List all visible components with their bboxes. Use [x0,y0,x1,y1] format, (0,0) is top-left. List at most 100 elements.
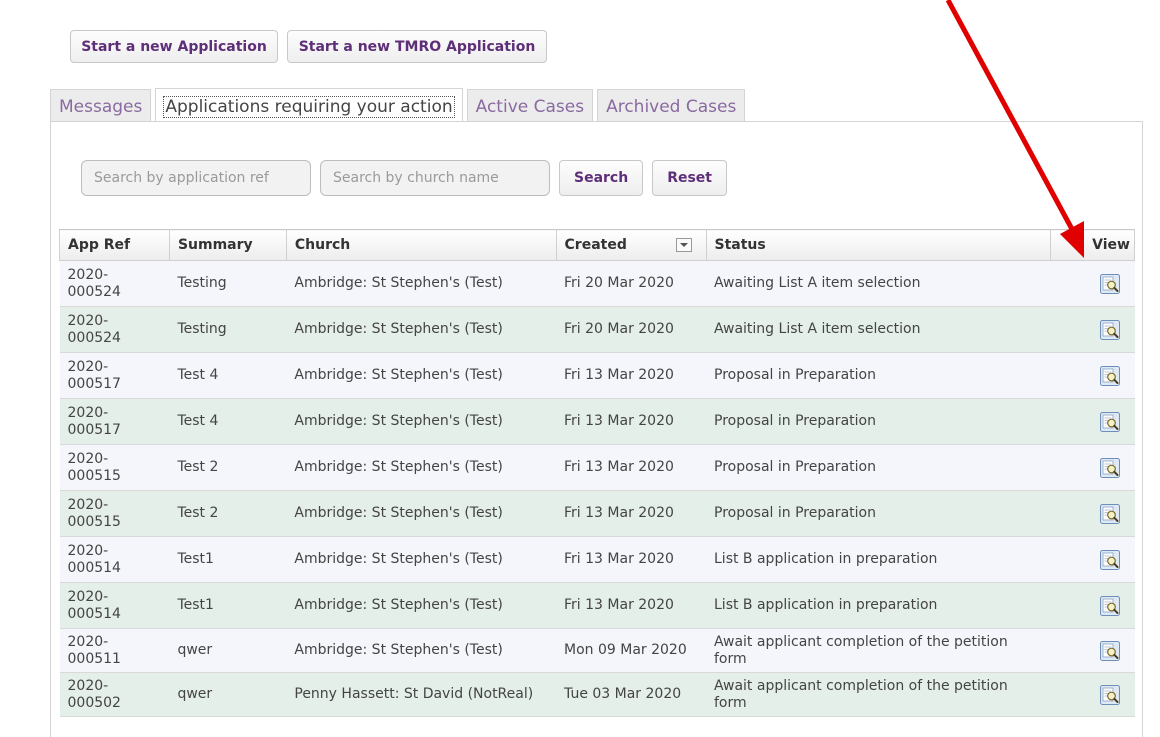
cell-created: Tue 03 Mar 2020 [556,672,706,717]
view-magnifier-icon[interactable] [1099,319,1121,341]
tab-applications-requiring-action[interactable]: Applications requiring your action [155,88,463,124]
cell-church: Ambridge: St Stephen's (Test) [286,260,557,307]
cell-summary: Test 4 [169,352,287,399]
header-status[interactable]: Status [705,229,1052,261]
cell-church: Ambridge: St Stephen's (Test) [286,628,557,673]
cell-created: Mon 09 Mar 2020 [556,628,706,673]
cell-app-ref: 2020-000517 [59,398,170,445]
view-magnifier-icon[interactable] [1099,411,1121,433]
cell-status: Await applicant completion of the petiti… [706,628,1051,673]
cell-church: Ambridge: St Stephen's (Test) [286,306,557,353]
header-created[interactable]: Created [555,229,707,261]
cell-status: Awaiting List A item selection [706,260,1051,307]
tab-panel: Search Reset App Ref Summary Church Crea… [50,121,1143,737]
cell-church: Ambridge: St Stephen's (Test) [286,490,557,537]
reset-button[interactable]: Reset [652,160,727,196]
cell-view [1050,352,1135,399]
view-magnifier-icon[interactable] [1099,457,1121,479]
table-row: 2020-000517 Test 4 Ambridge: St Stephen's … [59,398,1135,445]
cell-church: Ambridge: St Stephen's (Test) [286,352,557,399]
tab-bar: Messages Applications requiring your act… [50,87,746,124]
cell-status: Proposal in Preparation [706,398,1051,445]
header-app-ref[interactable]: App Ref [59,229,170,261]
view-magnifier-icon[interactable] [1099,273,1121,295]
page: Start a new Application Start a new TMRO… [0,0,1160,737]
table-row: 2020-000515 Test 2 Ambridge: St Stephen's … [59,490,1135,537]
cell-church: Ambridge: St Stephen's (Test) [286,536,557,583]
search-application-ref-input[interactable] [81,160,311,196]
search-row: Search Reset [81,160,727,196]
cell-created: Fri 20 Mar 2020 [556,260,706,307]
cell-summary: Test 2 [169,444,287,491]
cell-app-ref: 2020-000514 [59,536,170,583]
cell-summary: Test1 [169,536,287,583]
tab-messages[interactable]: Messages [50,89,152,123]
view-magnifier-icon[interactable] [1099,503,1121,525]
cell-app-ref: 2020-000515 [59,490,170,537]
cell-church: Penny Hassett: St David (NotReal) [286,672,557,717]
cell-summary: Testing [169,260,287,307]
start-new-tmro-application-button[interactable]: Start a new TMRO Application [287,30,547,63]
table-row: 2020-000511 qwer Ambridge: St Stephen's (T… [59,628,1135,673]
tab-active-cases[interactable]: Active Cases [466,89,594,123]
cell-view [1050,260,1135,307]
cell-app-ref: 2020-000502 [59,672,170,717]
tab-archived-cases[interactable]: Archived Cases [597,89,746,123]
cell-app-ref: 2020-000517 [59,352,170,399]
applications-table: App Ref Summary Church Created Status Vi… [59,229,1135,717]
view-magnifier-icon[interactable] [1099,684,1121,706]
cell-summary: qwer [169,672,287,717]
cell-view [1050,306,1135,353]
table-row: 2020-000524 Testing Ambridge: St Stephen's… [59,260,1135,307]
cell-app-ref: 2020-000514 [59,582,170,629]
header-summary[interactable]: Summary [168,229,287,261]
view-magnifier-icon[interactable] [1099,365,1121,387]
cell-app-ref: 2020-000511 [59,628,170,673]
table-header-row: App Ref Summary Church Created Status Vi… [59,229,1135,261]
tab-label: Applications requiring your action [163,95,455,118]
tab-label: Messages [59,96,143,117]
cell-created: Fri 13 Mar 2020 [556,536,706,583]
cell-view [1050,398,1135,445]
cell-created: Fri 13 Mar 2020 [556,398,706,445]
view-magnifier-icon[interactable] [1099,640,1121,662]
cell-view [1050,536,1135,583]
cell-status: Proposal in Preparation [706,352,1051,399]
cell-app-ref: 2020-000515 [59,444,170,491]
cell-summary: Test 2 [169,490,287,537]
cell-summary: Test 4 [169,398,287,445]
cell-view [1050,628,1135,673]
cell-created: Fri 13 Mar 2020 [556,352,706,399]
cell-church: Ambridge: St Stephen's (Test) [286,444,557,491]
sort-dropdown-icon[interactable] [675,238,692,252]
search-button[interactable]: Search [559,160,644,196]
cell-status: Proposal in Preparation [706,490,1051,537]
view-magnifier-icon[interactable] [1099,549,1121,571]
cell-church: Ambridge: St Stephen's (Test) [286,398,557,445]
cell-view [1050,582,1135,629]
cell-created: Fri 20 Mar 2020 [556,306,706,353]
cell-created: Fri 13 Mar 2020 [556,490,706,537]
cell-status: Await applicant completion of the petiti… [706,672,1051,717]
search-church-name-input[interactable] [320,160,550,196]
cell-status: Awaiting List A item selection [706,306,1051,353]
cell-summary: qwer [169,628,287,673]
cell-created: Fri 13 Mar 2020 [556,444,706,491]
action-bar: Start a new Application Start a new TMRO… [70,30,547,63]
table-row: 2020-000502 qwer Penny Hassett: St David (… [59,672,1135,717]
table-row: 2020-000514 Test1 Ambridge: St Stephen's (… [59,582,1135,629]
header-created-label: Created [564,237,627,253]
cell-view [1050,490,1135,537]
tab-label: Archived Cases [606,96,737,117]
table-row: 2020-000515 Test 2 Ambridge: St Stephen's … [59,444,1135,491]
cell-status: Proposal in Preparation [706,444,1051,491]
view-magnifier-icon[interactable] [1099,595,1121,617]
table-row: 2020-000524 Testing Ambridge: St Stephen's… [59,306,1135,353]
cell-summary: Testing [169,306,287,353]
header-church[interactable]: Church [285,229,557,261]
cell-app-ref: 2020-000524 [59,260,170,307]
start-new-application-button[interactable]: Start a new Application [70,30,278,63]
cell-summary: Test1 [169,582,287,629]
cell-view [1050,672,1135,717]
header-view: View [1050,229,1135,261]
